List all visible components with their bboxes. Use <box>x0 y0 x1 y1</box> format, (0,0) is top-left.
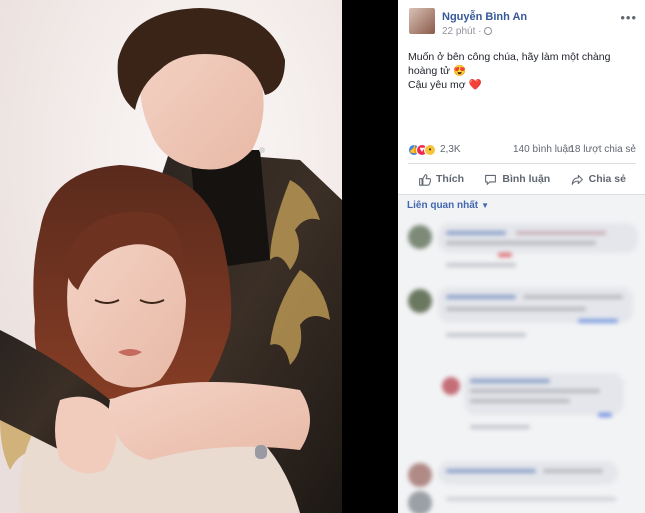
comment-item-blurred[interactable] <box>398 287 645 347</box>
comment-bubble <box>438 461 618 485</box>
more-icon: ••• <box>620 10 637 25</box>
comment-reply-blurred[interactable] <box>398 369 645 439</box>
comment-item-blurred[interactable] <box>398 223 645 283</box>
post-photo[interactable] <box>0 0 342 513</box>
caret-down-icon: ▼ <box>481 201 490 210</box>
blurred-text <box>446 295 516 299</box>
viewer-gap <box>342 0 398 513</box>
blurred-text <box>446 231 506 235</box>
post-text-line-1-text: Muốn ở bên công chúa, hãy làm một chàng … <box>408 51 611 77</box>
blurred-reaction <box>578 319 618 323</box>
like-label: Thích <box>436 173 464 185</box>
blurred-text <box>470 389 600 393</box>
blurred-text <box>446 333 526 337</box>
heart-eyes-emoji: 😍 <box>452 65 467 77</box>
post-actions: Thích Bình luận Chia sẻ <box>408 166 636 192</box>
divider <box>408 163 636 164</box>
comment-button[interactable]: Bình luận <box>474 166 560 192</box>
blurred-reaction <box>598 413 612 417</box>
blurred-reaction <box>498 253 512 257</box>
timestamp-text: 22 phút <box>442 26 476 37</box>
blurred-text <box>470 425 530 429</box>
blurred-text <box>516 231 606 235</box>
blurred-text <box>446 263 516 267</box>
post-text-line-1: Muốn ở bên công chúa, hãy làm một chàng … <box>408 50 636 78</box>
blurred-text <box>446 307 586 311</box>
blurred-text <box>446 469 536 473</box>
commenter-avatar <box>408 225 432 249</box>
share-count[interactable]: 18 lượt chia sẻ <box>569 144 636 155</box>
blurred-text <box>543 469 603 473</box>
blurred-text <box>470 399 570 403</box>
more-options-button[interactable]: ••• <box>620 10 637 25</box>
post-panel: Nguyễn Bình An 22 phút · ••• Muốn ở bên … <box>398 0 645 513</box>
sort-label: Liên quan nhất <box>407 200 479 211</box>
comment-bubble <box>438 223 638 253</box>
thumbs-up-icon <box>419 173 431 186</box>
comment-bubble <box>438 287 633 323</box>
post-header: Nguyễn Bình An 22 phút · ••• <box>398 0 645 44</box>
post-text: Muốn ở bên công chúa, hãy làm một chàng … <box>408 50 636 92</box>
comment-input-blurred <box>446 497 616 501</box>
reaction-count[interactable]: 2,3K <box>440 144 461 155</box>
commenter-avatar <box>442 377 460 395</box>
post-text-line-2-text: Cậu yêu mợ <box>408 79 466 91</box>
post-text-line-2: Cậu yêu mợ ❤️ <box>408 78 636 92</box>
blurred-text <box>446 241 596 245</box>
share-button[interactable]: Chia sẻ <box>561 166 636 192</box>
author-name[interactable]: Nguyễn Bình An <box>442 11 527 23</box>
red-heart-emoji: ❤️ <box>468 79 482 91</box>
blurred-text <box>523 295 623 299</box>
wow-reaction-icon: • <box>424 144 436 156</box>
share-label: Chia sẻ <box>588 173 626 185</box>
author-avatar[interactable] <box>409 8 435 34</box>
couple-photo-image <box>0 0 342 513</box>
comment-item-blurred[interactable] <box>398 461 645 513</box>
comments-section: Liên quan nhất ▼ <box>398 195 645 513</box>
post-stats: 👍 ♥ • 2,3K 140 bình luận 18 lượt chia sẻ <box>408 142 636 158</box>
post-timestamp[interactable]: 22 phút · <box>442 26 493 37</box>
comment-label: Bình luận <box>502 173 551 185</box>
comment-count[interactable]: 140 bình luận <box>513 144 574 155</box>
comment-icon <box>485 174 497 185</box>
like-button[interactable]: Thích <box>408 166 474 192</box>
blurred-text <box>470 379 550 383</box>
commenter-avatar <box>408 463 432 487</box>
globe-icon <box>484 27 493 35</box>
comment-sort-dropdown[interactable]: Liên quan nhất ▼ <box>407 200 489 211</box>
commenter-avatar <box>408 289 432 313</box>
share-arrow-icon <box>571 174 583 185</box>
commenter-avatar <box>408 491 432 513</box>
